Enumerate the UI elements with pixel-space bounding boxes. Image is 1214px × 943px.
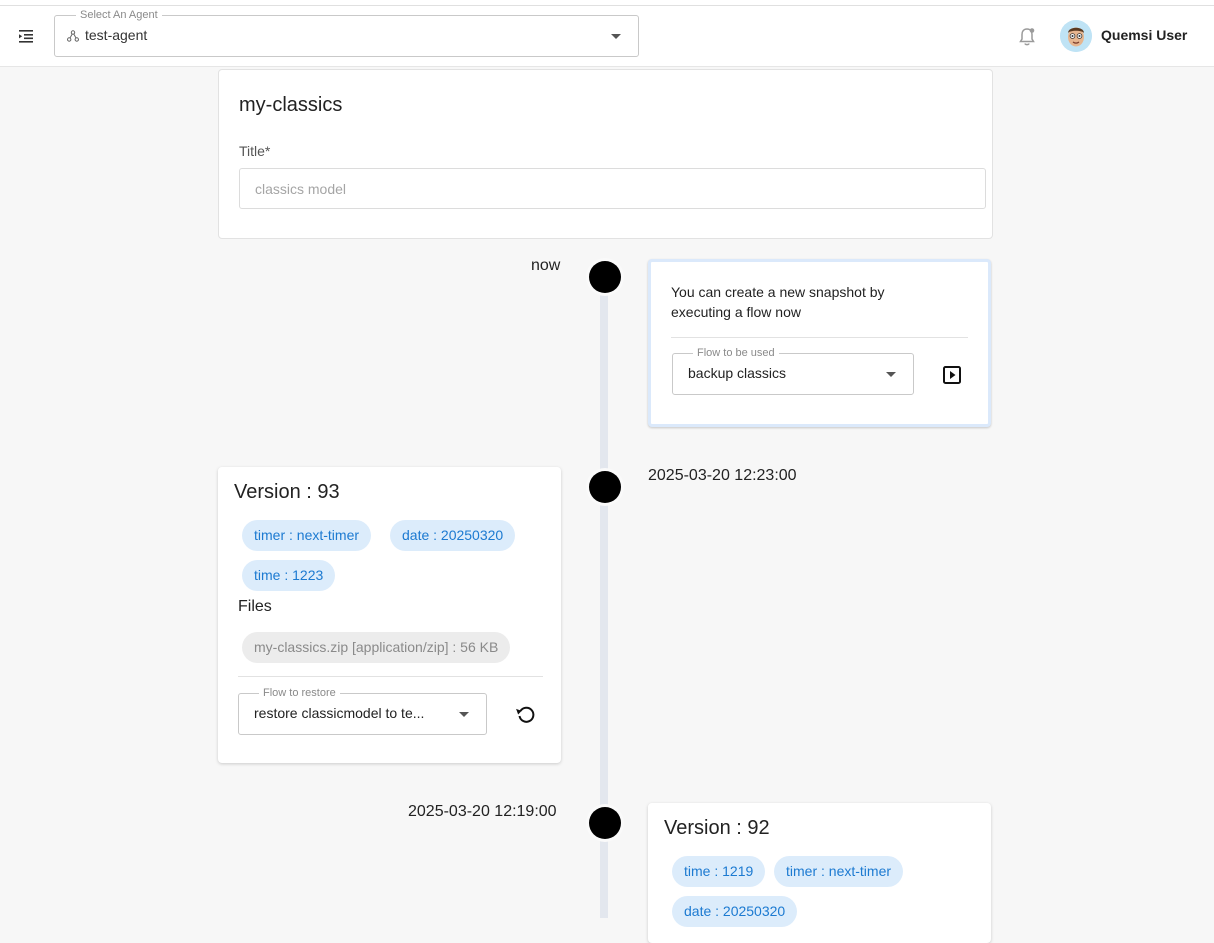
avatar[interactable] [1060,20,1092,52]
version-card: Version : 92 time : 1219 timer : next-ti… [648,803,991,943]
restore-icon[interactable] [514,702,538,726]
snapshot-message: You can create a new snapshot by executi… [671,284,885,320]
chevron-down-icon [459,712,469,717]
tag-chip: time : 1223 [242,560,336,591]
play-box-icon[interactable] [940,363,964,387]
title-input[interactable] [239,168,986,209]
title-label: Title* [239,143,271,159]
agent-select-legend: Select An Agent [76,8,162,22]
restore-flow-value: restore classicmodel to te... [254,705,425,721]
tag-chip: date : 20250320 [672,896,798,927]
divider [238,676,543,677]
model-name: my-classics [239,94,343,116]
app-bar: Select An Agent test-agent Quemsi User [0,6,1214,67]
version-title: Version : 92 [664,817,770,839]
user-name[interactable]: Quemsi User [1101,27,1187,43]
file-chip[interactable]: my-classics.zip [application/zip] : 56 K… [242,632,511,663]
agent-select[interactable]: Select An Agent test-agent [54,8,639,57]
agent-select-value: test-agent [85,27,148,43]
model-card: my-classics Title* [218,69,993,239]
restore-flow-legend: Flow to restore [259,686,340,700]
flow-select-legend: Flow to be used [693,346,779,360]
version-card: Version : 93 timer : next-timer date : 2… [218,467,561,763]
tag-chip: timer : next-timer [242,520,372,551]
menu-collapse-icon[interactable] [16,26,36,46]
bell-icon[interactable] [1017,26,1037,48]
tag-chip: date : 20250320 [390,520,516,551]
tag-chip: timer : next-timer [774,856,904,887]
files-heading: Files [238,598,272,615]
agent-icon [67,30,79,42]
divider [671,337,968,338]
timeline-dot [589,807,621,839]
version-title: Version : 93 [234,481,340,503]
new-snapshot-card: You can create a new snapshot by executi… [648,259,991,427]
tag-chip: time : 1219 [672,856,766,887]
restore-flow-select[interactable]: Flow to restore restore classicmodel to … [238,686,487,735]
avatar-face-icon [1060,20,1092,52]
timeline-dot [589,471,621,503]
timeline-dot [589,261,621,293]
chevron-down-icon [886,372,896,377]
chevron-down-icon [611,34,621,39]
flow-select-value: backup classics [688,365,787,381]
timeline-time-now: now [531,257,561,274]
timeline-time: 2025-03-20 12:23:00 [648,467,797,484]
timeline-time: 2025-03-20 12:19:00 [408,803,557,820]
flow-select[interactable]: Flow to be used backup classics [672,346,914,395]
